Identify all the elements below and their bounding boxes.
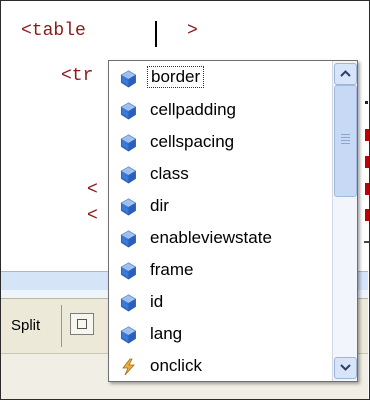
grip-line [341, 143, 350, 144]
code-overflow-mark [364, 241, 369, 243]
completion-item-label: lang [150, 324, 183, 343]
completion-scrollbar[interactable] [332, 61, 357, 381]
completion-item-label: cellpadding [150, 100, 237, 119]
completion-item-label: id [150, 292, 164, 311]
completion-item-label: frame [150, 260, 194, 279]
split-view-button[interactable] [70, 313, 94, 335]
split-tab[interactable]: Split [11, 317, 40, 334]
completion-list: border cellpadding cellspacing class dir enab… [109, 61, 331, 381]
completion-item[interactable]: lang [109, 319, 331, 351]
code-overflow-mark [365, 101, 368, 104]
code-table-tag: <table [21, 21, 86, 41]
intellisense-popup: border cellpadding cellspacing class dir enab… [108, 60, 358, 382]
code-tag-close: > [187, 21, 198, 41]
code-overflow-mark [365, 156, 369, 168]
completion-item[interactable]: enableviewstate [109, 223, 331, 255]
property-icon [120, 326, 137, 344]
property-icon [120, 294, 137, 312]
completion-item-label: cellspacing [150, 132, 235, 151]
completion-item[interactable]: cellpadding [109, 95, 331, 127]
property-icon [120, 70, 137, 88]
code-overflow-mark [365, 129, 369, 141]
code-fragment-2: < [87, 206, 98, 226]
code-overflow-mark [365, 183, 369, 195]
property-icon [120, 134, 137, 152]
text-caret [155, 21, 157, 47]
chevron-down-icon [340, 364, 351, 371]
completion-item[interactable]: onclick [109, 351, 331, 383]
chevron-up-icon [340, 70, 351, 77]
completion-item[interactable]: cellspacing [109, 127, 331, 159]
completion-item-label: onclick [150, 356, 202, 375]
code-overflow-mark [365, 209, 369, 221]
scroll-down-button[interactable] [334, 357, 357, 379]
completion-item[interactable]: id [109, 287, 331, 319]
completion-item-label: class [150, 164, 189, 183]
grip-line [341, 137, 350, 138]
property-icon [120, 262, 137, 280]
completion-item[interactable]: frame [109, 255, 331, 287]
event-icon [120, 358, 137, 376]
bar-separator [61, 305, 62, 347]
property-icon [120, 230, 137, 248]
code-tr-tag: <tr [61, 66, 94, 86]
code-fragment-1: < [87, 180, 98, 200]
grip-line [341, 134, 350, 135]
completion-item-label: enableviewstate [150, 228, 272, 247]
property-icon [120, 102, 137, 120]
scroll-thumb[interactable] [334, 85, 357, 197]
completion-item[interactable]: border [109, 63, 331, 95]
property-icon [120, 166, 137, 184]
property-icon [120, 198, 137, 216]
completion-item[interactable]: class [109, 159, 331, 191]
completion-item-label: dir [150, 196, 169, 215]
grip-line [341, 140, 350, 141]
scroll-up-button[interactable] [334, 63, 357, 85]
completion-item-label: border [147, 66, 205, 88]
completion-item[interactable]: dir [109, 191, 331, 223]
